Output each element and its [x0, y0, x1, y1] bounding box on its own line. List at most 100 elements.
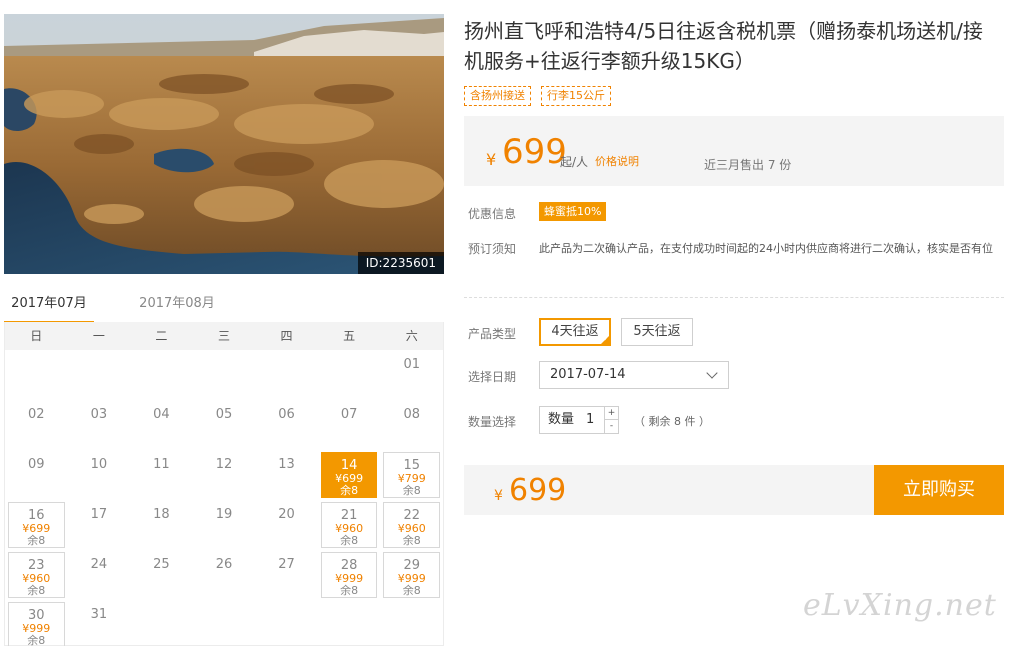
day-number: 28 — [340, 558, 358, 573]
tag-pickup: 含扬州接送 — [464, 86, 531, 106]
calendar-days: 01 02 03 04 05 06 07 08 09 10 11 12 13 14 ¥699 余8 15 ¥799… — [5, 350, 443, 646]
calendar-day-21[interactable]: 21 ¥960 余8 — [320, 502, 378, 548]
day-number: 22 — [403, 508, 420, 523]
day-number: 09 — [28, 457, 45, 472]
type-option-5day[interactable]: 5天往返 — [621, 318, 693, 346]
calendar-day-05: 05 — [196, 402, 253, 448]
weekday-fri: 五 — [343, 329, 356, 343]
calendar-empty-cell — [255, 350, 318, 400]
calendar-day-30[interactable]: 30 ¥999 余8 — [8, 602, 65, 646]
day-number: 01 — [403, 357, 420, 372]
calendar-empty-cell — [130, 350, 193, 400]
date-calendar: 日 一 二 三 四 五 六 01 02 03 04 05 06 07 08 09 10 11 12 13… — [4, 322, 444, 646]
calendar-day-11: 11 — [133, 452, 190, 498]
tab-2017-07[interactable]: 2017年07月 — [4, 290, 94, 324]
calendar-day-16[interactable]: 16 ¥699 余8 — [8, 502, 65, 548]
day-number: 24 — [90, 557, 108, 572]
product-tags: 含扬州接送 行李15公斤 — [464, 86, 611, 106]
notice-text: 此产品为二次确认产品，在支付成功时间起的24小时内供应商将进行二次确认，核实是否… — [539, 242, 993, 255]
day-number: 30 — [28, 608, 45, 623]
weekday-thu: 四 — [280, 329, 293, 343]
promo-label: 优惠信息 — [468, 207, 517, 221]
calendar-day-07: 07 — [321, 402, 378, 448]
day-number: 18 — [153, 507, 170, 522]
day-number: 11 — [153, 457, 170, 472]
price-explain-link[interactable]: 价格说明 — [595, 153, 639, 169]
day-stock: 余8 — [27, 534, 46, 547]
calendar-empty-cell — [318, 350, 381, 400]
weekday-sat: 六 — [405, 329, 418, 343]
calendar-day-06: 06 — [258, 402, 315, 448]
calendar-day-28[interactable]: 28 ¥999 余8 — [320, 552, 378, 598]
day-number: 04 — [153, 407, 170, 422]
day-stock: 余8 — [340, 584, 359, 597]
calendar-day-02: 02 — [8, 402, 65, 448]
calendar-day-29[interactable]: 29 ¥999 余8 — [383, 552, 440, 598]
calendar-day-18: 18 — [133, 502, 190, 548]
landscape-image — [4, 14, 444, 274]
date-value: 2017-07-14 — [550, 367, 626, 382]
day-stock: 余8 — [27, 634, 46, 646]
total-amount: 699 — [509, 473, 567, 508]
calendar-day-14[interactable]: 14 ¥699 余8 — [320, 452, 378, 498]
day-number: 12 — [215, 457, 233, 472]
day-number: 05 — [215, 407, 233, 422]
section-divider — [464, 297, 1004, 298]
calendar-day-23[interactable]: 23 ¥960 余8 — [8, 552, 65, 598]
type-option-4day[interactable]: 4天往返 — [539, 318, 611, 346]
tag-baggage: 行李15公斤 — [541, 86, 611, 106]
month-tabs: 2017年07月 2017年08月 — [4, 290, 444, 324]
quantity-label: 数量选择 — [468, 415, 517, 429]
day-number: 15 — [403, 458, 420, 473]
day-number: 20 — [278, 507, 295, 522]
quantity-stepper[interactable]: 数量 1 + - — [539, 406, 619, 434]
weekday-mon: 一 — [92, 329, 105, 343]
day-number: 08 — [403, 407, 420, 422]
type-option-5day-label: 5天往返 — [633, 324, 681, 339]
date-select[interactable]: 2017-07-14 — [539, 361, 729, 389]
quantity-minus-button[interactable]: - — [604, 420, 618, 433]
sold-count: 近三月售出 7 份 — [704, 158, 792, 172]
calendar-day-17: 17 — [71, 502, 128, 548]
currency-symbol: ¥ — [486, 150, 497, 169]
check-icon — [599, 334, 611, 346]
price-box: ¥ 699 起/人 价格说明 近三月售出 7 份 — [464, 116, 1004, 186]
day-number: 16 — [28, 508, 45, 523]
day-number: 19 — [215, 507, 233, 522]
day-stock: 余8 — [27, 584, 46, 597]
calendar-day-04: 04 — [133, 402, 190, 448]
day-number: 29 — [403, 558, 420, 573]
calendar-day-10: 10 — [71, 452, 128, 498]
day-stock: 余8 — [402, 534, 421, 547]
calendar-day-22[interactable]: 22 ¥960 余8 — [383, 502, 440, 548]
weekday-tue: 二 — [155, 329, 168, 343]
total-currency: ¥ — [494, 488, 503, 504]
day-stock: 余8 — [402, 584, 421, 597]
calendar-day-26: 26 — [196, 552, 253, 598]
buy-now-button[interactable]: 立即购买 — [874, 465, 1004, 515]
day-number: 31 — [90, 607, 108, 622]
day-number: 25 — [153, 557, 170, 572]
watermark: eLvXing.net — [803, 588, 997, 623]
quantity-plus-button[interactable]: + — [604, 407, 618, 420]
notice-label: 预订须知 — [468, 242, 517, 256]
calendar-empty-cell — [5, 350, 68, 400]
calendar-empty-cell — [68, 350, 131, 400]
quantity-prefix: 数量 — [548, 412, 575, 427]
type-option-4day-label: 4天往返 — [551, 324, 599, 339]
price-unit: 起/人 — [560, 155, 589, 169]
promo-badge: 蜂蜜抵10% — [539, 202, 607, 221]
tab-2017-08[interactable]: 2017年08月 — [132, 290, 222, 324]
calendar-day-13: 13 — [258, 452, 315, 498]
day-number: 21 — [340, 508, 358, 523]
day-number: 14 — [340, 458, 358, 473]
day-number: 07 — [340, 407, 358, 422]
quantity-value[interactable]: 1 — [586, 407, 594, 433]
calendar-day-15[interactable]: 15 ¥799 余8 — [383, 452, 440, 498]
buy-bar: ¥ 699 立即购买 — [464, 465, 1004, 515]
day-number: 13 — [278, 457, 295, 472]
day-number: 02 — [28, 407, 45, 422]
product-title: 扬州直飞呼和浩特4/5日往返含税机票（赠扬泰机场送机/接机服务+往返行李额升级1… — [464, 19, 983, 73]
calendar-day-20: 20 — [258, 502, 315, 548]
calendar-day-12: 12 — [196, 452, 253, 498]
